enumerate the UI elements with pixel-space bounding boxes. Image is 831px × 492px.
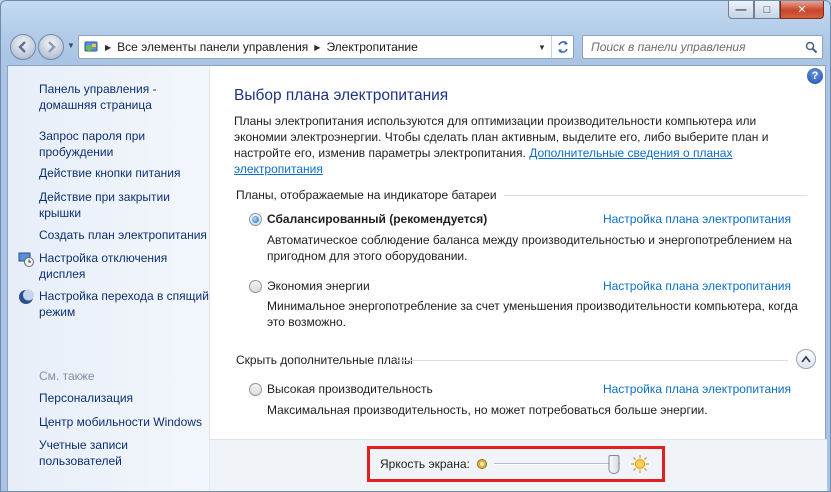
search-input[interactable]: Поиск в панели управления — [583, 40, 800, 54]
sidebar-item-control-panel-home[interactable]: Панель управления - домашняя страница — [39, 81, 209, 113]
breadcrumb-all-items[interactable]: Все элементы панели управления — [117, 40, 308, 54]
task-pane: Панель управления - домашняя страница За… — [8, 66, 210, 491]
caption-buttons: — □ ✕ — [728, 1, 824, 19]
bright-sun-icon — [630, 455, 649, 473]
collapse-plans-button[interactable] — [796, 349, 816, 369]
close-button[interactable]: ✕ — [780, 1, 824, 19]
display-schedule-icon — [18, 252, 34, 267]
control-panel-icon — [84, 41, 98, 52]
slider-track — [493, 463, 620, 465]
brightness-slider[interactable] — [493, 454, 620, 474]
plan-high-performance-description: Максимальная производительность, но може… — [267, 403, 708, 417]
see-also-heading: См. также — [39, 369, 95, 383]
plan-high-performance-settings-link[interactable]: Настройка плана электропитания — [603, 382, 791, 396]
see-also-user-accounts[interactable]: Учетные записи пользователей — [39, 437, 209, 469]
refresh-icon — [557, 41, 568, 53]
brightness-label: Яркость экрана: — [380, 457, 470, 471]
dim-sun-icon — [476, 459, 487, 469]
sidebar-item-power-button-action[interactable]: Действие кнопки питания — [39, 165, 209, 181]
section-divider — [504, 195, 807, 196]
sidebar-item-display-off-setting[interactable]: Настройка отключения дисплея — [39, 250, 209, 282]
plan-power-saver-name[interactable]: Экономия энергии — [267, 279, 370, 293]
search-box[interactable]: Поиск в панели управления — [582, 35, 823, 59]
forward-arrow-icon — [48, 41, 56, 53]
help-icon[interactable]: ? — [807, 68, 823, 84]
plan-balanced-settings-link[interactable]: Настройка плана электропитания — [603, 212, 791, 226]
see-also-personalization[interactable]: Персонализация — [39, 390, 209, 406]
refresh-button[interactable] — [551, 36, 573, 58]
plan-balanced-description: Автоматическое соблюдение баланса между … — [267, 233, 792, 263]
minimize-button[interactable]: — — [728, 1, 754, 19]
breadcrumb-separator-icon: ▶ — [105, 42, 112, 52]
plan-power-saver-radio[interactable] — [249, 280, 262, 293]
brightness-highlight: Яркость экрана: — [367, 446, 665, 482]
see-also-mobility-center[interactable]: Центр мобильности Windows — [39, 414, 209, 430]
plan-high-performance-name[interactable]: Высокая производительность — [267, 382, 433, 396]
plan-balanced-name[interactable]: Сбалансированный (рекомендуется) — [267, 212, 487, 226]
content-area: Панель управления - домашняя страница За… — [7, 65, 827, 491]
intro-text: Планы электропитания используются для оп… — [234, 113, 794, 177]
sidebar-item-lid-close-action[interactable]: Действие при закрытии крышки — [39, 189, 209, 221]
page-title: Выбор плана электропитания — [234, 87, 449, 104]
maximize-button[interactable]: □ — [754, 1, 780, 19]
search-icon[interactable] — [800, 41, 822, 54]
chevron-up-icon — [801, 355, 811, 363]
sidebar-item-create-power-plan[interactable]: Создать план электропитания — [39, 227, 209, 243]
recent-pages-dropdown[interactable]: ▼ — [67, 41, 75, 50]
brightness-bar: Яркость экрана: — [210, 439, 827, 491]
breadcrumb-power-options[interactable]: Электропитание — [326, 40, 417, 54]
back-button[interactable] — [10, 34, 36, 60]
plan-power-saver-settings-link[interactable]: Настройка плана электропитания — [603, 279, 791, 293]
battery-plans-heading: Планы, отображаемые на индикаторе батаре… — [236, 188, 497, 202]
section-divider — [396, 360, 788, 361]
main-panel: ? Выбор плана электропитания Планы элект… — [210, 66, 827, 491]
plan-balanced-radio[interactable] — [249, 213, 262, 226]
back-arrow-icon — [18, 41, 26, 53]
forward-button[interactable] — [38, 34, 64, 60]
moon-icon — [19, 289, 34, 304]
plan-power-saver-description: Минимальное энергопотребление за счет ум… — [267, 299, 798, 329]
sidebar-item-sleep-setting[interactable]: Настройка перехода в спящий режим — [39, 288, 209, 320]
control-panel-window: — □ ✕ ▼ ▶ Все элементы панели управления… — [0, 0, 831, 492]
sidebar-item-password-on-wakeup[interactable]: Запрос пароля при пробуждении — [39, 128, 209, 160]
address-bar[interactable]: ▶ Все элементы панели управления ▶ Элект… — [78, 35, 574, 59]
breadcrumb-separator-icon: ▶ — [314, 42, 321, 52]
slider-thumb[interactable] — [608, 455, 620, 474]
navigation-bar: ▼ ▶ Все элементы панели управления ▶ Эле… — [1, 31, 830, 61]
hidden-plans-heading[interactable]: Скрыть дополнительные планы — [236, 353, 413, 367]
address-dropdown-icon[interactable]: ▼ — [535, 36, 549, 58]
plan-high-performance-radio[interactable] — [249, 383, 262, 396]
